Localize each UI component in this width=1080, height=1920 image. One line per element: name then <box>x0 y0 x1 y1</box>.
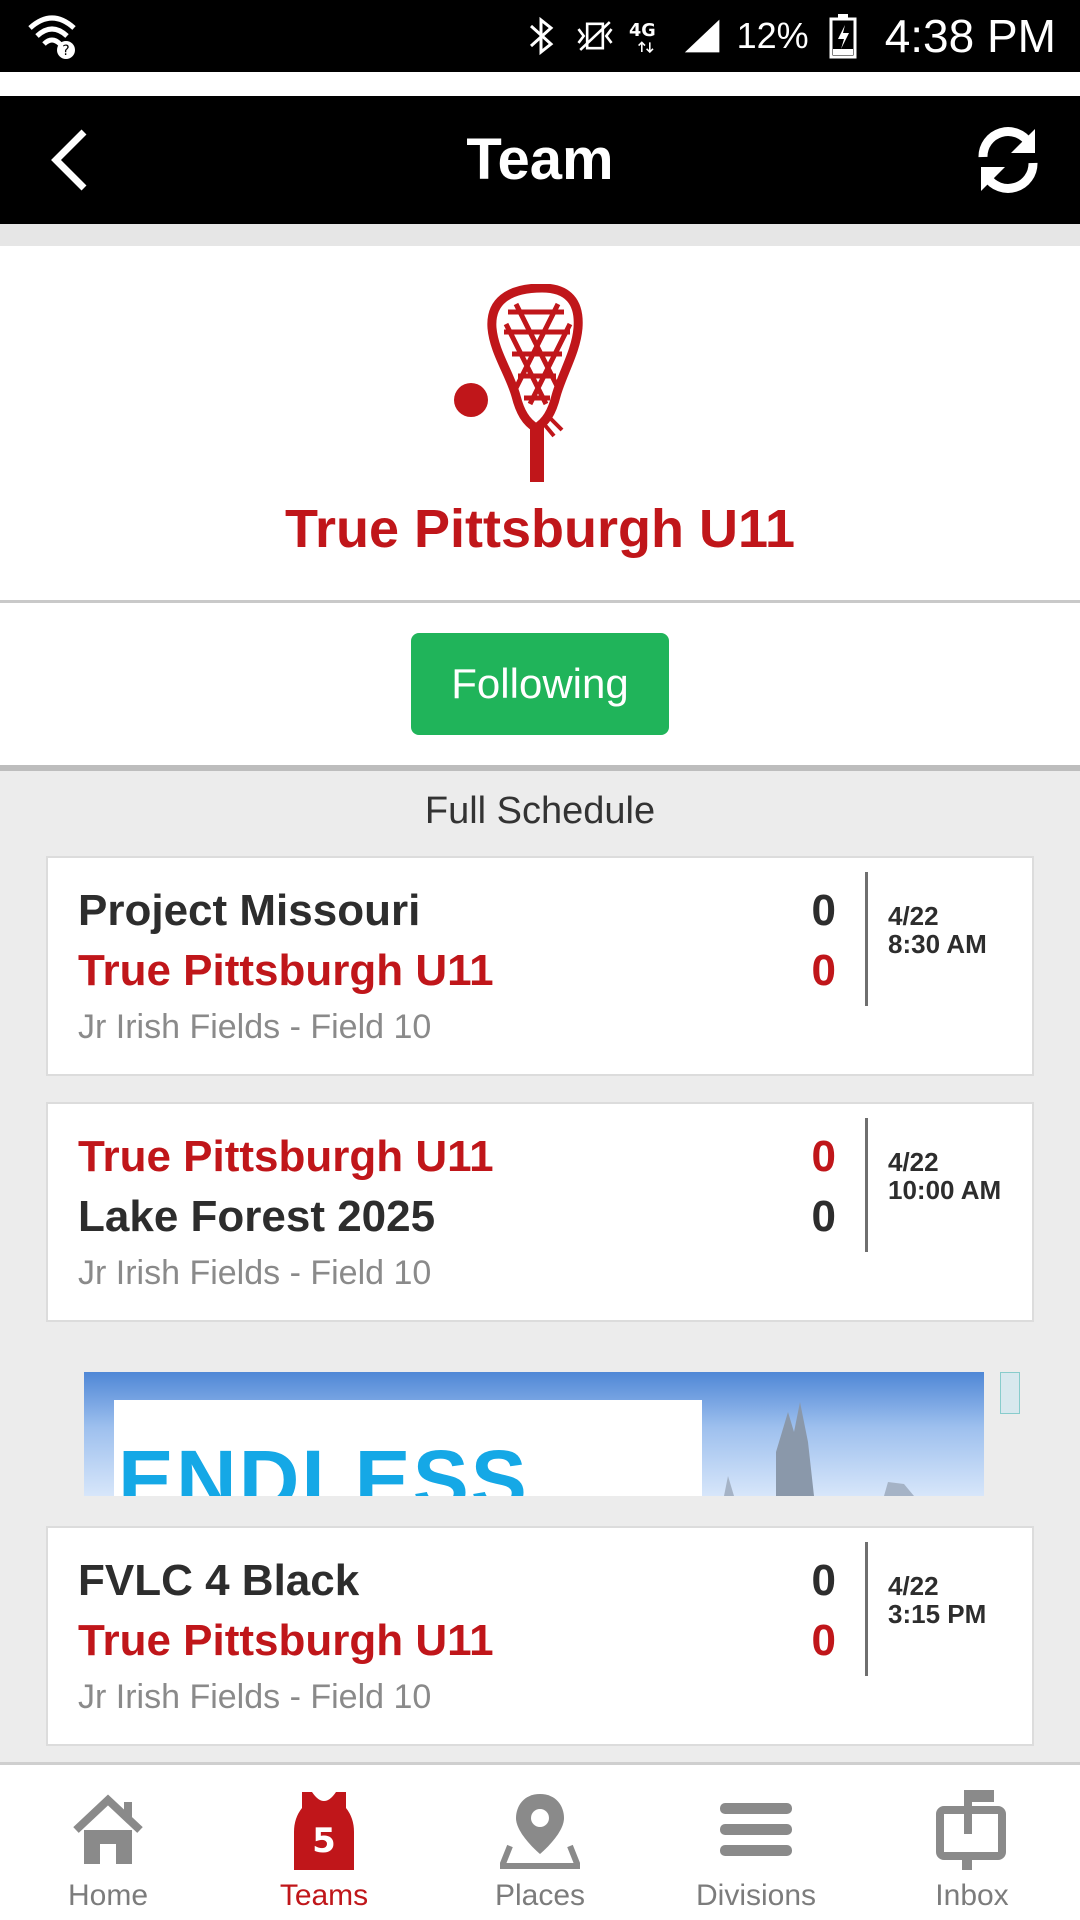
bottom-nav: Home 5 Teams Places Divisions Inbox <box>0 1762 1080 1920</box>
nav-inbox[interactable]: Inbox <box>864 1765 1080 1920</box>
divider <box>0 765 1080 771</box>
chevron-left-icon <box>51 129 87 191</box>
battery-percent: 12% <box>736 15 809 56</box>
game-venue: Jr Irish Fields - Field 10 <box>78 1008 432 1046</box>
game-bottom-team: True Pittsburgh U11 <box>78 946 494 995</box>
ad-text: ENDLESS <box>118 1433 529 1496</box>
battery-charging-icon <box>823 14 863 59</box>
svg-text:?: ? <box>62 43 69 59</box>
game-bottom-team: Lake Forest 2025 <box>78 1192 436 1241</box>
game-venue: Jr Irish Fields - Field 10 <box>78 1254 432 1292</box>
vibrate-mute-icon <box>575 16 615 56</box>
map-pin-icon <box>495 1785 585 1875</box>
nav-places[interactable]: Places <box>432 1765 648 1920</box>
team-name: True Pittsburgh U11 <box>284 499 796 559</box>
refresh-icon <box>978 127 1038 193</box>
nav-teams[interactable]: 5 Teams <box>216 1765 432 1920</box>
game-card[interactable]: True Pittsburgh U11 0 Lake Forest 2025 0… <box>46 1102 1034 1322</box>
game-card[interactable]: Project Missouri 0 True Pittsburgh U11 0… <box>46 856 1034 1076</box>
game-separator <box>865 1542 868 1676</box>
game-datetime: 4/22 3:15 PM <box>888 1572 986 1628</box>
game-time: 10:00 AM <box>888 1175 1002 1205</box>
follow-row: Following <box>0 603 1080 765</box>
back-button[interactable] <box>30 120 110 200</box>
status-bar: ? 4G 12% 4:38 PM <box>0 0 1080 72</box>
team-card: True Pittsburgh U11 <box>0 246 1080 602</box>
svg-text:4G: 4G <box>629 21 656 41</box>
game-bottom-score: 0 <box>811 946 836 995</box>
game-bottom-team: True Pittsburgh U11 <box>78 1616 494 1665</box>
ad-choices-icon[interactable] <box>1000 1372 1020 1414</box>
game-bottom-score: 0 <box>811 1192 836 1241</box>
network-type-icon: 4G <box>629 16 669 56</box>
nav-label: Inbox <box>935 1879 1009 1912</box>
game-top-score: 0 <box>811 1556 836 1605</box>
game-top-team: FVLC 4 Black <box>78 1556 360 1605</box>
ad-building-image <box>724 1402 914 1496</box>
page-title: Team <box>466 127 614 192</box>
lacrosse-stick-icon <box>446 283 626 484</box>
signal-icon <box>683 16 723 56</box>
ad-banner[interactable]: ENDLESS <box>84 1372 984 1496</box>
header-spacer <box>0 72 1080 96</box>
game-top-score: 0 <box>811 886 836 935</box>
nav-label: Teams <box>279 1879 369 1912</box>
game-separator <box>865 1118 868 1252</box>
game-date: 4/22 <box>888 1147 939 1177</box>
app-header: Team <box>0 96 1080 224</box>
header-divider <box>0 224 1080 246</box>
refresh-button[interactable] <box>966 118 1050 202</box>
game-time: 3:15 PM <box>888 1599 987 1629</box>
wifi-icon: ? <box>24 12 80 60</box>
jersey-icon: 5 <box>279 1785 369 1875</box>
game-bottom-score: 0 <box>811 1616 836 1665</box>
game-top-score: 0 <box>811 1132 836 1181</box>
game-datetime: 4/22 10:00 AM <box>888 1148 1001 1204</box>
game-top-team: Project Missouri <box>78 886 421 935</box>
svg-text:5: 5 <box>312 1821 336 1861</box>
game-separator <box>865 872 868 1006</box>
nav-home[interactable]: Home <box>0 1765 216 1920</box>
home-icon <box>63 1785 153 1875</box>
clock: 4:38 PM <box>884 10 1056 62</box>
game-datetime: 4/22 8:30 AM <box>888 902 987 958</box>
game-date: 4/22 <box>888 901 939 931</box>
full-schedule-title: Full Schedule <box>424 790 656 832</box>
nav-label: Divisions <box>695 1879 817 1912</box>
following-button[interactable]: Following <box>411 633 669 735</box>
inbox-icon <box>927 1785 1017 1875</box>
game-card[interactable]: FVLC 4 Black 0 True Pittsburgh U11 0 4/2… <box>46 1526 1034 1746</box>
nav-label: Places <box>494 1879 586 1912</box>
game-date: 4/22 <box>888 1571 939 1601</box>
menu-icon <box>711 1785 801 1875</box>
bluetooth-icon <box>521 16 561 56</box>
game-top-team: True Pittsburgh U11 <box>78 1132 494 1181</box>
nav-label: Home <box>67 1879 149 1912</box>
nav-divisions[interactable]: Divisions <box>648 1765 864 1920</box>
game-time: 8:30 AM <box>888 929 987 959</box>
game-venue: Jr Irish Fields - Field 10 <box>78 1678 432 1716</box>
